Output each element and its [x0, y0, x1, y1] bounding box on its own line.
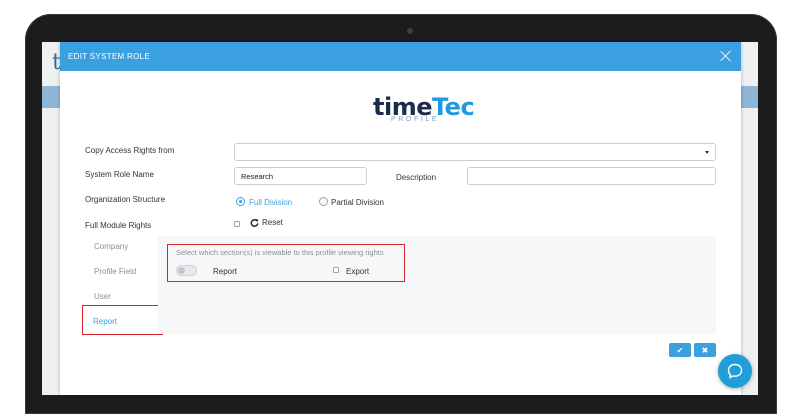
sidebar-item-company[interactable]: Company — [94, 242, 128, 251]
export-checkbox[interactable] — [333, 267, 339, 273]
sidebar-item-user[interactable]: User — [94, 292, 111, 301]
role-name-label: System Role Name — [85, 170, 154, 179]
full-division-radio[interactable] — [236, 197, 245, 206]
close-icon[interactable] — [719, 49, 733, 63]
reset-label: Reset — [262, 218, 283, 227]
reset-button[interactable]: Reset — [250, 218, 283, 227]
role-name-input[interactable]: Research — [234, 167, 367, 185]
report-toggle[interactable] — [176, 265, 197, 276]
report-option-label: Report — [213, 267, 238, 276]
copy-access-select[interactable] — [234, 143, 716, 161]
check-icon: ✔ — [676, 345, 684, 355]
viewing-rights-instruction: Select which section(s) is viewable to t… — [176, 248, 384, 257]
export-option-label: Export — [346, 267, 370, 276]
edit-system-role-dialog: EDIT SYSTEM ROLE timeTec PROFILE Copy Ac… — [60, 42, 741, 395]
sidebar-item-profile-field[interactable]: Profile Field — [94, 267, 136, 276]
timetec-profile-logo: timeTec PROFILE — [373, 93, 475, 123]
module-rights-label: Full Module Rights — [85, 221, 152, 230]
partial-division-radio[interactable] — [319, 197, 328, 206]
refresh-icon — [250, 219, 259, 227]
copy-access-label: Copy Access Rights from — [85, 146, 175, 155]
description-input[interactable] — [467, 167, 716, 185]
full-division-label: Full Division — [249, 198, 293, 207]
chat-widget-button[interactable] — [718, 354, 752, 388]
sidebar-highlight-box — [82, 305, 163, 335]
camera-dot — [407, 28, 413, 34]
cancel-button[interactable]: ✖ — [694, 343, 716, 357]
partial-division-label: Partial Division — [331, 198, 384, 207]
save-button[interactable]: ✔ — [669, 343, 691, 357]
dialog-header: EDIT SYSTEM ROLE — [60, 42, 741, 71]
close-small-icon: ✖ — [701, 345, 709, 355]
chat-bubble-icon — [727, 363, 743, 379]
dialog-title: EDIT SYSTEM ROLE — [68, 52, 151, 61]
chevron-down-icon — [705, 151, 709, 154]
module-rights-checkbox[interactable] — [234, 221, 240, 227]
org-structure-label: Organization Structure — [85, 195, 166, 204]
description-label: Description — [396, 173, 437, 182]
